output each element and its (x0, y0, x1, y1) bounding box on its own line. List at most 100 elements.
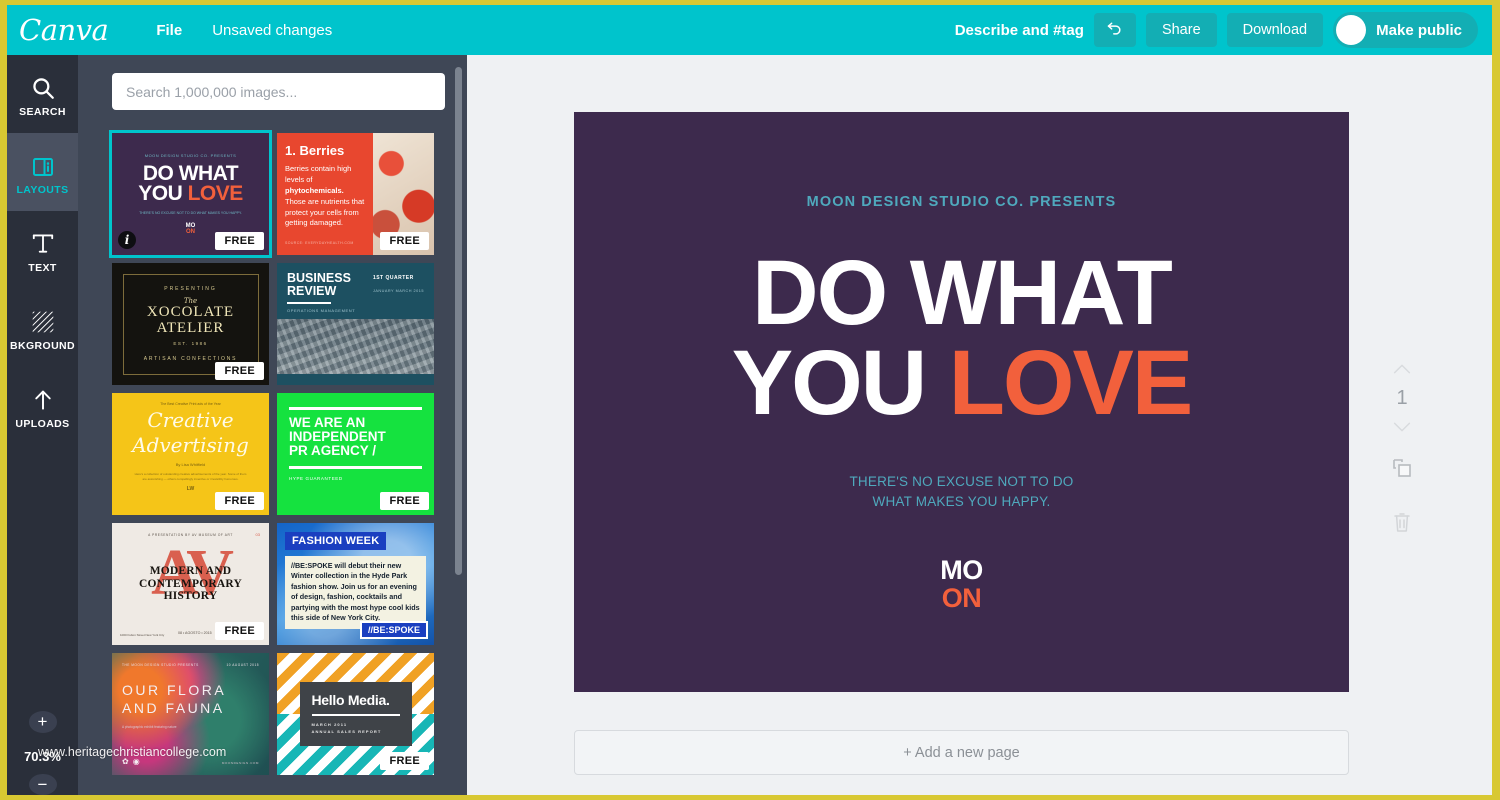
template-name-1: XOCOLATE (146, 304, 235, 321)
make-public-toggle[interactable]: Make public (1333, 12, 1478, 48)
template-card-berries[interactable]: 1. Berries Berries contain high levels o… (277, 133, 434, 255)
template-footer: ARTISAN CONFECTIONS (143, 355, 238, 362)
template-title-2: Advertising (132, 433, 249, 457)
zoom-in-button[interactable]: + (28, 711, 57, 733)
duplicate-page-button[interactable] (1390, 441, 1414, 495)
template-meta: 1ST QUARTER JANUARY MARCH 2015 (373, 272, 424, 313)
search-input[interactable] (112, 73, 445, 110)
template-header-block: BUSINESS REVIEW OPERATIONS MANAGEMENT 1S… (277, 263, 434, 319)
free-badge: FREE (380, 232, 429, 250)
template-subtext: A photographic exhibit featuring nature (122, 725, 177, 730)
sidebar-item-layouts[interactable]: LAYOUTS (7, 133, 78, 211)
template-card-do-what-you-love[interactable]: MOON DESIGN STUDIO CO. PRESENTS DO WHAT … (109, 130, 272, 258)
template-title-1: Creative (147, 408, 234, 432)
design-subtext-line2: WHAT MAKES YOU HAPPY. (872, 493, 1051, 509)
describe-and-tag-link[interactable]: Describe and #tag (955, 22, 1084, 39)
zoom-out-button[interactable]: − (28, 773, 57, 795)
template-pre-header: The Best Creative Print ads of the Year (160, 402, 221, 406)
template-body: Berries contain high levels of phytochem… (285, 164, 365, 228)
sidebar-label-search: SEARCH (19, 105, 66, 118)
undo-icon (1106, 19, 1123, 41)
search-area (78, 55, 467, 120)
free-badge: FREE (215, 232, 264, 250)
template-pre-header: MOON DESIGN STUDIO CO. PRESENTS (144, 152, 237, 158)
template-sub-1: MARCH 2011 (311, 722, 348, 728)
delete-page-button[interactable] (1392, 495, 1412, 551)
file-menu[interactable]: File (156, 22, 182, 39)
design-subtext-line1: THERE'S NO EXCUSE NOT TO DO (849, 474, 1074, 490)
template-subtext: OPERATIONS MANAGEMENT (287, 308, 356, 314)
save-status[interactable]: Unsaved changes (212, 22, 332, 39)
free-badge: FREE (215, 622, 264, 640)
template-text-column: 1. Berries Berries contain high levels o… (277, 133, 373, 255)
undo-button[interactable] (1093, 13, 1136, 47)
design-headline-line1[interactable]: DO WHAT (752, 247, 1173, 339)
zoom-level-value: 70.3% (24, 748, 61, 764)
template-card-flora-fauna[interactable]: THE MOON DESIGN STUDIO PRESENTS 10 AUGUS… (112, 653, 269, 775)
add-new-page-button[interactable]: + Add a new page (574, 730, 1349, 775)
design-logo-bottom: ON (941, 582, 982, 613)
design-pre-header[interactable]: MOON DESIGN STUDIO CO. PRESENTS (807, 194, 1117, 210)
template-byline: By Lisa Whitfield (175, 462, 206, 467)
template-pre-header: PRESENTING (164, 286, 217, 293)
search-icon (30, 71, 56, 101)
template-source: SOURCE: EVERYDAYHEALTH.COM (285, 241, 354, 246)
page-number: 1 (1396, 386, 1408, 409)
move-page-down-button[interactable] (1391, 413, 1413, 441)
template-date: 10 AUGUST 2015 (226, 663, 259, 667)
canva-logo[interactable]: Canva (19, 13, 109, 47)
sidebar-label-layouts: LAYOUTS (16, 183, 69, 196)
template-photo (277, 319, 434, 375)
template-card-modern-history[interactable]: A PRESENTATION BY AV MUSEUM OF ART 03 AV… (112, 523, 269, 645)
panel-scrollbar[interactable] (455, 67, 462, 575)
template-sub-2: ANNUAL SALES REPORT (311, 729, 382, 734)
template-footer: MOONDESIGN.COM (221, 761, 259, 765)
template-tag: FASHION WEEK (285, 532, 387, 550)
template-quarter: 1ST QUARTER (372, 275, 414, 281)
template-card-hello-media[interactable]: Hello Media. MARCH 2011 ANNUAL SALES REP… (277, 653, 434, 775)
template-title: 1. Berries (285, 143, 345, 158)
sidebar-item-uploads[interactable]: UPLOADS (7, 367, 78, 445)
sidebar-item-search[interactable]: SEARCH (7, 55, 78, 133)
template-card-fashion-week[interactable]: FASHION WEEK //BE:SPOKE will debut their… (277, 523, 434, 645)
layouts-panel: MOON DESIGN STUDIO CO. PRESENTS DO WHAT … (78, 55, 467, 795)
download-button[interactable]: Download (1226, 13, 1324, 47)
template-frame: PRESENTING The XOCOLATE ATELIER EST. 198… (122, 273, 259, 375)
page-tools: 1 (1372, 355, 1432, 551)
sidebar-item-background[interactable]: BKGROUND (7, 289, 78, 367)
template-headline: OUR FLORA AND FAUNA (122, 682, 227, 717)
share-button[interactable]: Share (1145, 13, 1217, 47)
layouts-icon (31, 149, 55, 179)
template-brand: //BE:SPOKE (359, 621, 428, 639)
template-title: Hello Media. (311, 692, 390, 709)
move-page-up-button[interactable] (1391, 355, 1413, 383)
template-footer-address: 1000 Fulton Street New York City (120, 632, 165, 637)
sidebar-label-background: BKGROUND (9, 339, 76, 352)
template-card-creative-advertising[interactable]: The Best Creative Print ads of the Year … (112, 393, 269, 515)
divider-top (289, 407, 422, 410)
sidebar-label-uploads: UPLOADS (15, 417, 70, 430)
text-icon (30, 227, 56, 257)
divider (311, 714, 400, 717)
template-card-pr-agency[interactable]: WE ARE AN INDEPENDENT PR AGENCY / HYPE G… (277, 393, 434, 515)
template-footer-date: 08 • AGOSTO • 2015 (178, 631, 212, 635)
template-headline-1: DO WHAT (142, 161, 239, 185)
template-dates: JANUARY MARCH 2015 (372, 289, 424, 293)
template-card-xocolate-atelier[interactable]: PRESENTING The XOCOLATE ATELIER EST. 198… (112, 263, 269, 385)
template-title-block: BUSINESS REVIEW OPERATIONS MANAGEMENT (287, 271, 356, 314)
info-icon[interactable]: i (118, 231, 136, 249)
template-subtext: HYPE GUARANTEED (289, 475, 343, 481)
design-subtext[interactable]: THERE'S NO EXCUSE NOT TO DO WHAT MAKES Y… (849, 472, 1073, 511)
template-row: MOON DESIGN STUDIO CO. PRESENTS DO WHAT … (109, 130, 445, 258)
design-canvas[interactable]: MOON DESIGN STUDIO CO. PRESENTS DO WHAT … (574, 112, 1349, 692)
sidebar-item-text[interactable]: TEXT (7, 211, 78, 289)
template-row: PRESENTING The XOCOLATE ATELIER EST. 198… (112, 263, 445, 385)
design-logo[interactable]: MO ON (940, 557, 983, 612)
free-badge: FREE (215, 362, 264, 380)
template-card-business-review[interactable]: BUSINESS REVIEW OPERATIONS MANAGEMENT 1S… (277, 263, 434, 385)
free-badge: FREE (380, 492, 429, 510)
upload-icon (30, 383, 56, 413)
template-card-inner: Hello Media. MARCH 2011 ANNUAL SALES REP… (299, 682, 412, 746)
design-headline-line2[interactable]: YOU LOVE (732, 337, 1193, 429)
sidebar-label-text: TEXT (28, 261, 57, 274)
